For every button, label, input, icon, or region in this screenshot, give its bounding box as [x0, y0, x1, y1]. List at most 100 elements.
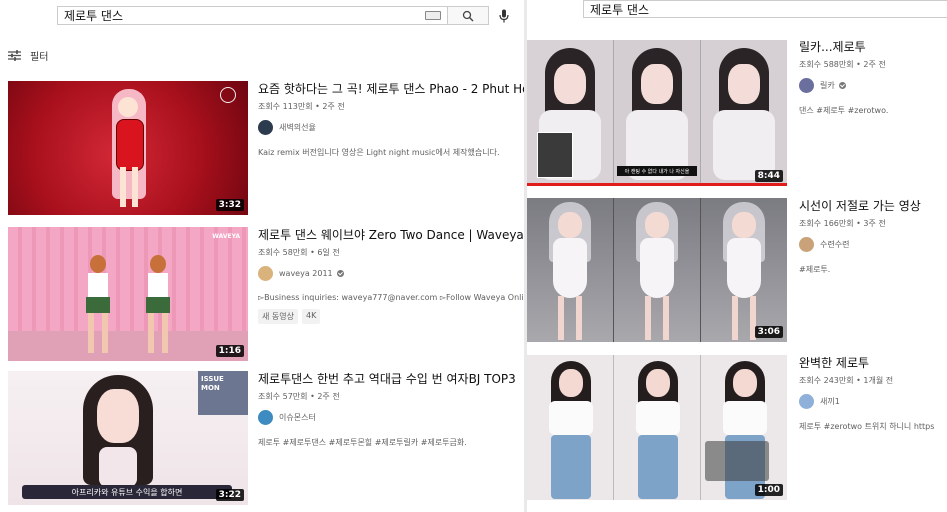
thumbnail-panel [701, 355, 787, 500]
video-meta: 제로투 댄스 웨이브야 Zero Two Dance | Waveya 💋 조회… [258, 228, 524, 324]
video-title[interactable]: 제로투 댄스 웨이브야 Zero Two Dance | Waveya 💋 [258, 228, 524, 243]
video-result[interactable]: WAVEYA 1:16 제로투 댄스 웨이브야 Zero Two Dance |… [8, 227, 524, 361]
video-views: 조회수 166만회 • 3주 전 [799, 219, 886, 228]
channel-name[interactable]: 릴카 [820, 80, 835, 91]
avatar[interactable] [799, 78, 814, 93]
thumbnail-caption: 아 캔팅 수 없다 내가 나 자신을 [617, 166, 697, 176]
video-thumbnail[interactable]: 3:06 [527, 198, 787, 342]
video-thumbnail[interactable]: 3:32 [8, 81, 248, 215]
new-video-badge: 새 동영상 [258, 309, 298, 324]
video-description: ▻Business inquiries: waveya777@naver.com… [258, 293, 524, 302]
video-duration: 3:32 [215, 199, 244, 211]
filter-label: 필터 [30, 52, 49, 63]
thumbnail-panel [701, 40, 787, 186]
video-title[interactable]: 릴카...제로투 [799, 40, 947, 55]
video-title[interactable]: 시선이 저절로 가는 영상 [799, 199, 947, 214]
video-result[interactable]: 1:00 완벽한 제로투 조회수 243만회 • 1개월 전 새끼1 제로투 #… [527, 355, 947, 500]
video-result[interactable]: 3:06 시선이 저절로 가는 영상 조회수 166만회 • 3주 전 수련수련… [527, 198, 947, 342]
search-bar: 제로투 댄스 [583, 0, 947, 18]
thumbnail-panel [701, 198, 787, 342]
video-views: 조회수 588만회 • 2주 전 [799, 60, 886, 69]
thumbnail-figure [100, 89, 158, 209]
chat-overlay [705, 441, 769, 481]
thumbnail-caption: 아프리카와 유튜브 수익을 합하면 [22, 485, 232, 499]
avatar[interactable] [258, 266, 273, 281]
thumbnail-panel [614, 198, 701, 342]
filter-button[interactable]: 필터 [8, 48, 48, 63]
video-title[interactable]: 완벽한 제로투 [799, 356, 947, 371]
search-query: 제로투 댄스 [590, 2, 650, 17]
video-meta: 요즘 핫하다는 그 곡! 제로투 댄스 Phao - 2 Phut Ho 조회수… [258, 82, 524, 158]
avatar[interactable] [799, 237, 814, 252]
channel-name[interactable]: 수련수련 [820, 239, 849, 250]
channel-link[interactable]: 릴카 [799, 78, 947, 93]
search-icon [462, 10, 474, 21]
channel-link[interactable]: waveya 2011 [258, 266, 524, 281]
search-query: 제로투 댄스 [64, 9, 124, 23]
keyboard-icon[interactable] [425, 11, 441, 20]
thumbnail-panel [614, 40, 701, 186]
channel-name[interactable]: 새벽의선율 [279, 122, 316, 133]
video-duration: 1:00 [754, 484, 783, 496]
video-result[interactable]: ISSUE MON 아프리카와 유튜브 수익을 합하면 3:22 제로투댄스 한… [8, 371, 524, 505]
video-thumbnail[interactable]: 아 캔팅 수 없다 내가 나 자신을 8:44 [527, 40, 787, 186]
video-meta: 릴카...제로투 조회수 588만회 • 2주 전 릴카 댄스 #제로투 #ze… [799, 40, 947, 116]
right-search-panel: 제로투 댄스 아 캔팅 수 없다 내가 나 자신을 8:44 릴카...제로투 … [527, 0, 947, 512]
video-description: #제로투. [799, 265, 831, 274]
video-result[interactable]: 3:32 요즘 핫하다는 그 곡! 제로투 댄스 Phao - 2 Phut H… [8, 81, 524, 215]
video-views: 조회수 243만회 • 1개월 전 [799, 376, 894, 385]
verified-icon [838, 82, 846, 89]
video-thumbnail[interactable]: WAVEYA 1:16 [8, 227, 248, 361]
filter-icon [8, 50, 21, 61]
video-views: 조회수 113만회 • 2주 전 [258, 102, 345, 111]
channel-name[interactable]: waveya 2011 [279, 269, 333, 278]
video-title[interactable]: 요즘 핫하다는 그 곡! 제로투 댄스 Phao - 2 Phut Ho [258, 82, 524, 97]
video-duration: 1:16 [215, 345, 244, 357]
thumbnail-panel [614, 355, 701, 500]
thumbnail-panel [527, 40, 614, 186]
video-duration: 3:22 [215, 489, 244, 501]
voice-search-button[interactable] [499, 9, 509, 23]
video-thumbnail[interactable]: ISSUE MON 아프리카와 유튜브 수익을 합하면 3:22 [8, 371, 248, 505]
thumbnail-figure [78, 255, 118, 355]
microphone-icon [499, 9, 509, 22]
thumbnail-figure [138, 255, 178, 355]
channel-watermark-icon [220, 87, 236, 103]
video-views: 조회수 57만회 • 2주 전 [258, 392, 340, 401]
thumbnail-panel [527, 355, 614, 500]
video-meta: 완벽한 제로투 조회수 243만회 • 1개월 전 새끼1 제로투 #zerot… [799, 356, 947, 432]
video-description: 댄스 #제로투 #zerotwo. [799, 106, 889, 115]
video-meta: 제로투댄스 한번 추고 역대급 수입 번 여자BJ TOP3 조회수 57만회 … [258, 372, 524, 448]
search-bar: 제로투 댄스 [57, 6, 509, 25]
video-title[interactable]: 제로투댄스 한번 추고 역대급 수입 번 여자BJ TOP3 [258, 372, 524, 387]
video-thumbnail[interactable]: 1:00 [527, 355, 787, 500]
channel-link[interactable]: 새끼1 [799, 394, 947, 409]
search-input[interactable]: 제로투 댄스 [583, 0, 947, 18]
channel-name[interactable]: 이슈몬스터 [279, 412, 316, 423]
thumbnail-corner-label: ISSUE MON [198, 371, 248, 415]
avatar[interactable] [258, 410, 273, 425]
thumbnail-figure [73, 375, 163, 487]
video-description: 제로투 #제로투댄스 #제로투몬힐 #제로투릴카 #제로투금화. [258, 438, 467, 447]
search-input[interactable]: 제로투 댄스 [57, 6, 447, 25]
avatar[interactable] [258, 120, 273, 135]
avatar[interactable] [799, 394, 814, 409]
video-duration: 8:44 [754, 170, 783, 182]
thumbnail-logo: WAVEYA [212, 233, 240, 240]
badge-row: 새 동영상 4K [258, 309, 524, 324]
channel-link[interactable]: 이슈몬스터 [258, 410, 524, 425]
video-meta: 시선이 저절로 가는 영상 조회수 166만회 • 3주 전 수련수련 #제로투… [799, 199, 947, 275]
video-description: Kaiz remix 버전입니다 영상은 Light night music에서… [258, 148, 500, 157]
search-button[interactable] [447, 6, 489, 25]
channel-link[interactable]: 새벽의선율 [258, 120, 524, 135]
watch-progress-bar [527, 183, 787, 186]
left-search-panel: 제로투 댄스 필터 3:32 요즘 핫하다는 그 곡! 제로투 댄스 Phao … [0, 0, 524, 512]
verified-icon [336, 270, 344, 277]
video-description: 제로투 #zerotwo 트위치 하니니 https [799, 422, 935, 431]
video-duration: 3:06 [754, 326, 783, 338]
channel-link[interactable]: 수련수련 [799, 237, 947, 252]
video-views: 조회수 58만회 • 6일 전 [258, 248, 340, 257]
channel-name[interactable]: 새끼1 [820, 396, 840, 407]
4k-badge: 4K [301, 309, 321, 324]
video-result[interactable]: 아 캔팅 수 없다 내가 나 자신을 8:44 릴카...제로투 조회수 588… [527, 40, 947, 186]
